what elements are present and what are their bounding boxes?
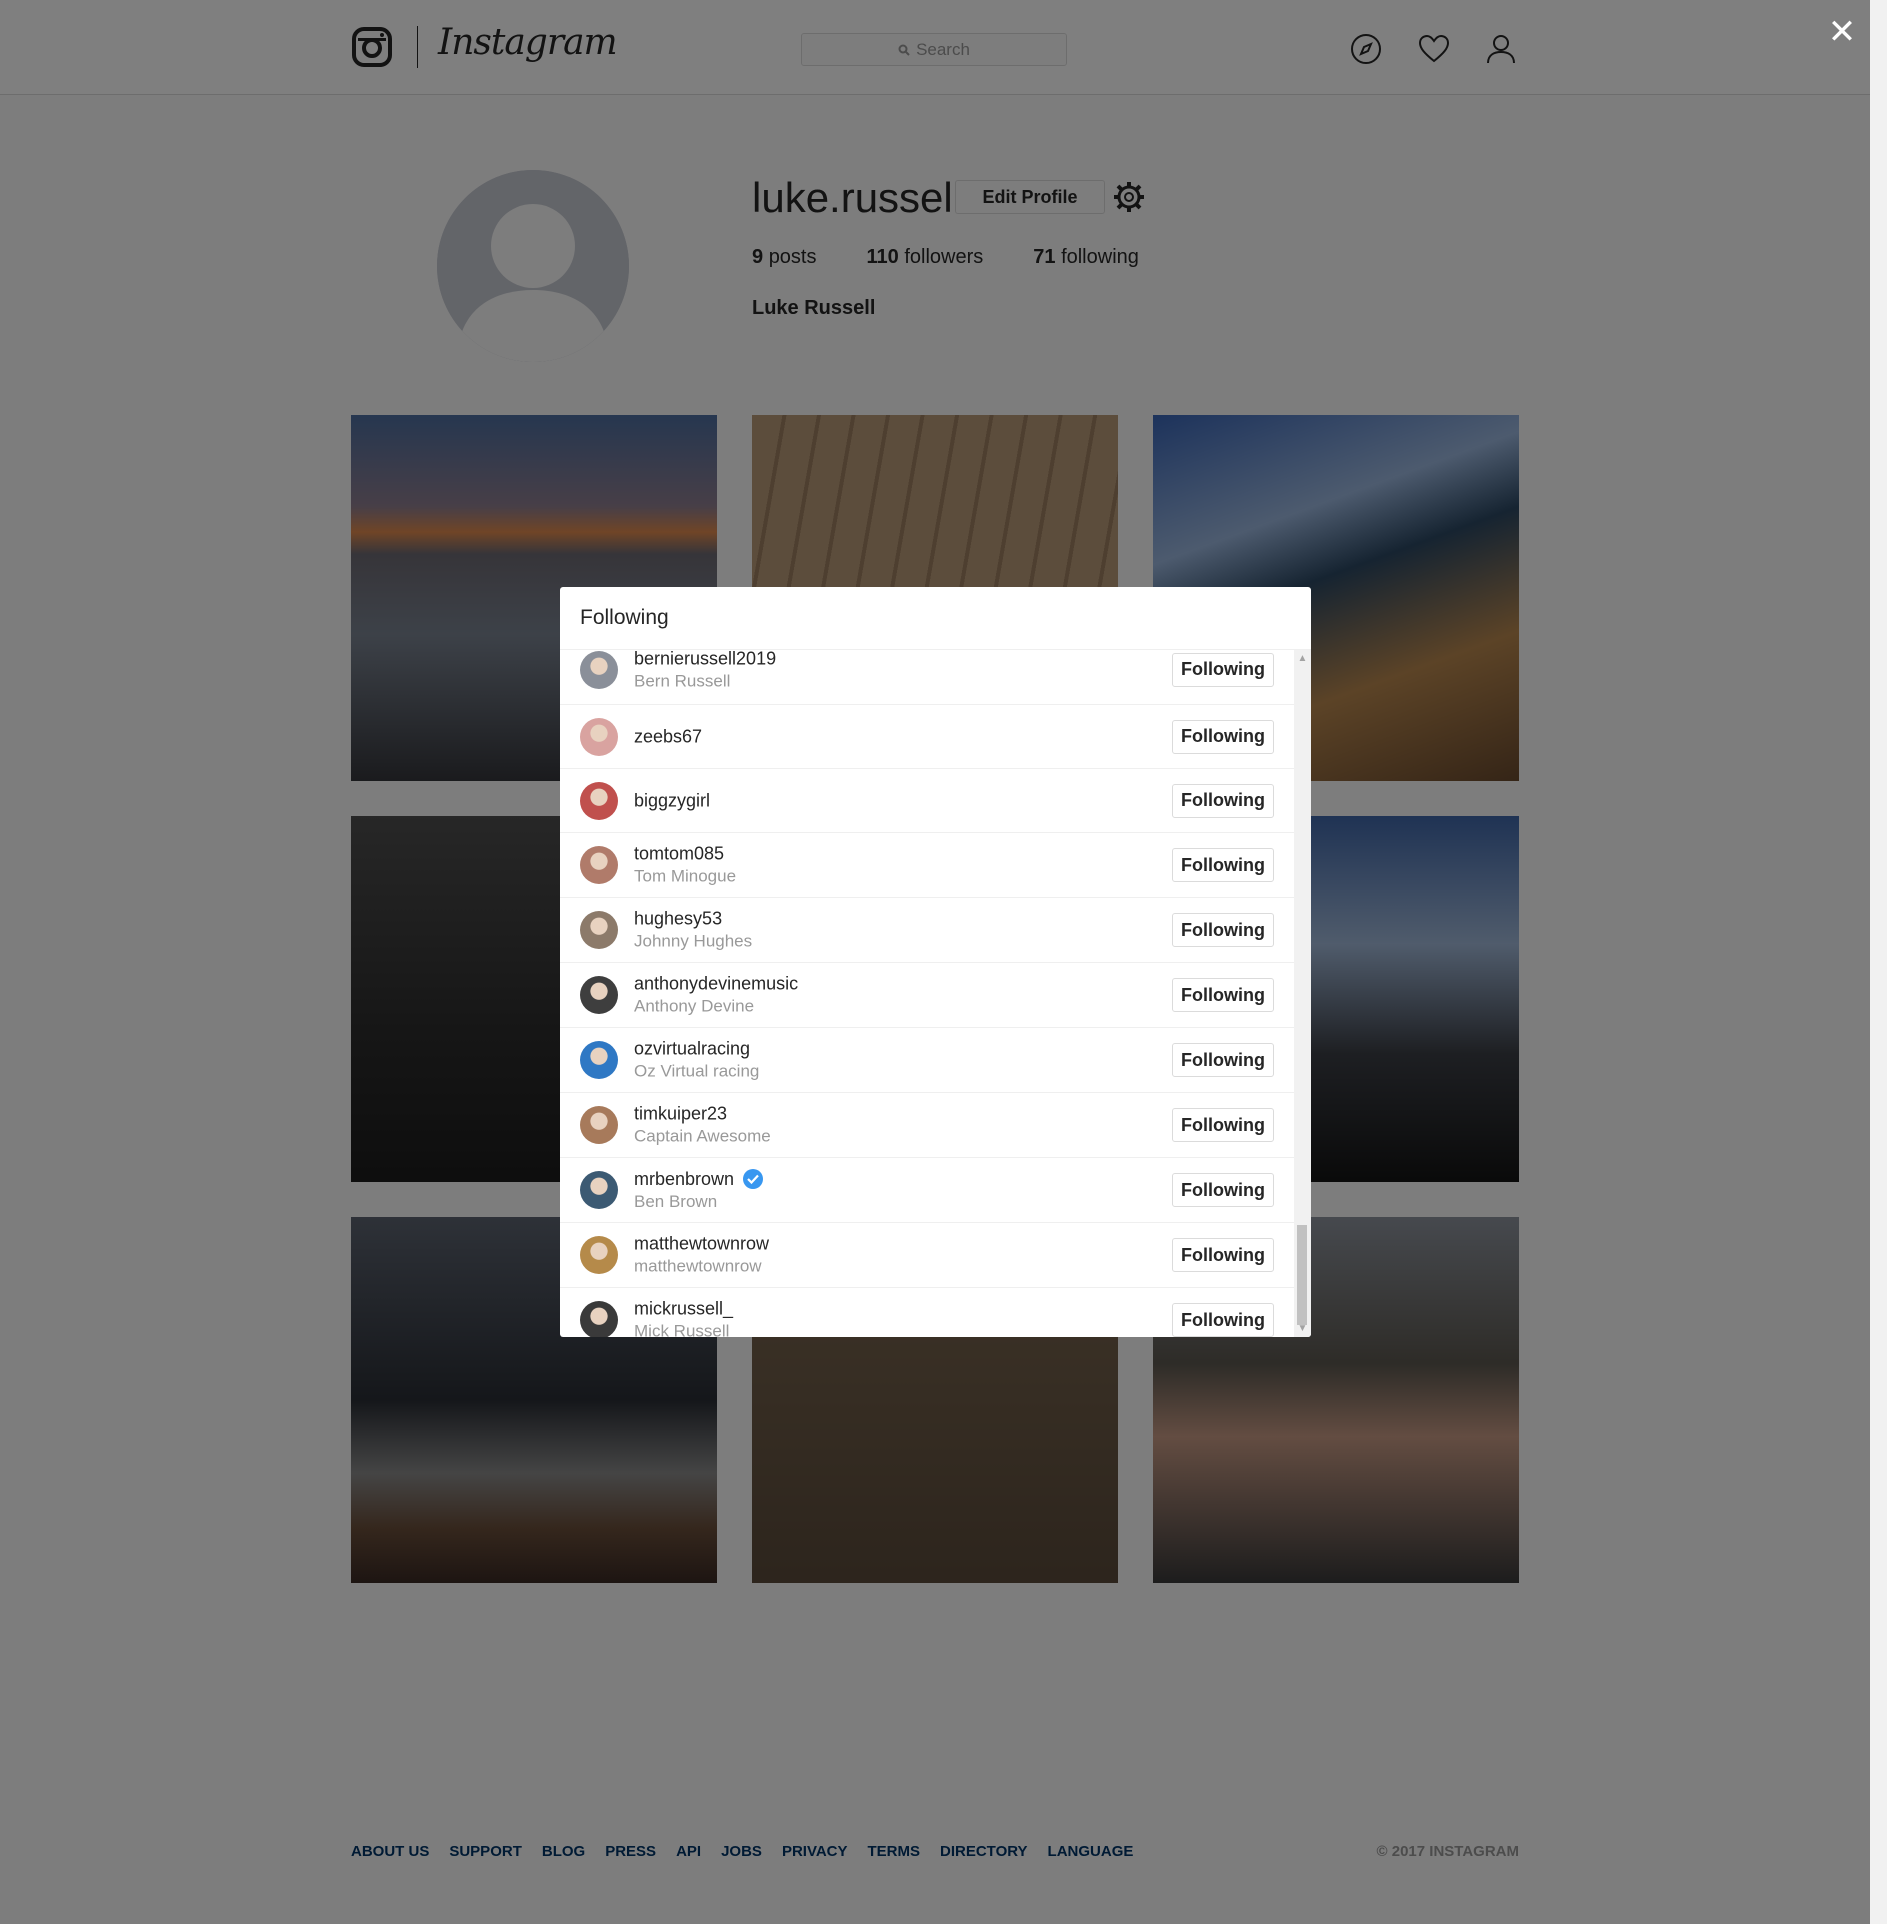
- user-text: matthewtownrow matthewtownrow: [634, 1234, 769, 1277]
- user-text: zeebs67: [634, 726, 702, 747]
- verified-badge-icon: [743, 1169, 764, 1189]
- following-button[interactable]: Following: [1172, 1108, 1274, 1142]
- user-handle[interactable]: hughesy53: [634, 909, 752, 930]
- user-avatar[interactable]: [580, 911, 618, 949]
- user-handle[interactable]: matthewtownrow: [634, 1234, 769, 1255]
- user-handle[interactable]: ozvirtualracing: [634, 1039, 759, 1060]
- user-handle[interactable]: zeebs67: [634, 726, 702, 747]
- user-text: mrbenbrown Ben Brown: [634, 1168, 764, 1212]
- user-text: bernierussell2019 Bern Russell: [634, 650, 776, 691]
- user-handle-text[interactable]: matthewtownrow: [634, 1234, 769, 1255]
- user-handle-text[interactable]: anthonydevinemusic: [634, 974, 798, 995]
- user-handle-text[interactable]: zeebs67: [634, 726, 702, 747]
- user-full-name: Bern Russell: [634, 671, 731, 690]
- user-avatar[interactable]: [580, 717, 618, 756]
- user-full-name: matthewtownrow: [634, 1256, 762, 1276]
- user-avatar[interactable]: [580, 1301, 618, 1337]
- following-row[interactable]: tomtom085 Tom Minogue Following: [560, 833, 1294, 898]
- following-button[interactable]: Following: [1172, 978, 1274, 1012]
- user-full-name: Oz Virtual racing: [634, 1061, 760, 1081]
- user-handle[interactable]: bernierussell2019: [634, 650, 776, 669]
- following-modal: Following bernierussell2019 Bern Russell F…: [560, 587, 1311, 1337]
- following-button[interactable]: Following: [1172, 719, 1274, 754]
- user-full-name: Johnny Hughes: [634, 931, 753, 951]
- user-text: hughesy53 Johnny Hughes: [634, 909, 752, 952]
- following-row[interactable]: mrbenbrown Ben Brown Following: [560, 1158, 1294, 1223]
- user-avatar[interactable]: [580, 1041, 618, 1079]
- user-full-name: Captain Awesome: [634, 1126, 771, 1146]
- following-row[interactable]: mickrussell_ Mick Russell Following: [560, 1288, 1294, 1337]
- user-handle-text[interactable]: timkuiper23: [634, 1104, 727, 1125]
- user-text: ozvirtualracing Oz Virtual racing: [634, 1039, 759, 1082]
- user-handle-text[interactable]: hughesy53: [634, 909, 722, 930]
- following-list[interactable]: bernierussell2019 Bern Russell Following ze…: [560, 650, 1294, 1337]
- following-row[interactable]: ozvirtualracing Oz Virtual racing Followin…: [560, 1028, 1294, 1093]
- following-row[interactable]: timkuiper23 Captain Awesome Following: [560, 1093, 1294, 1158]
- user-full-name: Mick Russell: [634, 1321, 730, 1338]
- following-button[interactable]: Following: [1172, 652, 1274, 687]
- user-text: tomtom085 Tom Minogue: [634, 844, 736, 887]
- user-handle-text[interactable]: ozvirtualracing: [634, 1039, 750, 1060]
- following-row[interactable]: anthonydevinemusic Anthony Devine Followin…: [560, 963, 1294, 1028]
- following-row[interactable]: hughesy53 Johnny Hughes Following: [560, 898, 1294, 963]
- user-text: anthonydevinemusic Anthony Devine: [634, 974, 798, 1017]
- user-handle[interactable]: anthonydevinemusic: [634, 974, 798, 995]
- user-avatar[interactable]: [580, 846, 618, 884]
- user-full-name: Ben Brown: [634, 1192, 718, 1211]
- following-button[interactable]: Following: [1172, 1303, 1274, 1337]
- user-handle-text[interactable]: tomtom085: [634, 844, 724, 865]
- following-row[interactable]: biggzygirl Following: [560, 769, 1294, 833]
- modal-scrollbar-thumb[interactable]: [1297, 1225, 1307, 1325]
- following-row[interactable]: bernierussell2019 Bern Russell Following: [560, 650, 1294, 705]
- user-avatar[interactable]: [580, 1106, 618, 1144]
- user-handle-text[interactable]: biggzygirl: [634, 790, 710, 811]
- user-full-name: Anthony Devine: [634, 996, 755, 1016]
- user-avatar[interactable]: [580, 1236, 618, 1274]
- user-avatar[interactable]: [580, 976, 618, 1014]
- user-handle-text[interactable]: bernierussell2019: [634, 650, 776, 669]
- user-full-name: Tom Minogue: [634, 866, 737, 886]
- user-handle[interactable]: biggzygirl: [634, 790, 710, 811]
- user-handle[interactable]: mickrussell_: [634, 1299, 733, 1320]
- following-button[interactable]: Following: [1172, 848, 1274, 882]
- user-handle-text[interactable]: mickrussell_: [634, 1299, 733, 1320]
- user-avatar[interactable]: [580, 650, 618, 689]
- user-text: biggzygirl: [634, 790, 710, 811]
- user-avatar[interactable]: [580, 781, 618, 820]
- following-button[interactable]: Following: [1172, 1043, 1274, 1077]
- close-icon[interactable]: ✕: [1822, 12, 1862, 52]
- page-scrollbar[interactable]: [1870, 0, 1887, 1924]
- modal-title: Following: [560, 587, 1311, 650]
- following-button[interactable]: Following: [1172, 783, 1274, 818]
- user-handle-text[interactable]: mrbenbrown: [634, 1169, 734, 1190]
- following-button[interactable]: Following: [1172, 1238, 1274, 1272]
- user-text: timkuiper23 Captain Awesome: [634, 1104, 771, 1147]
- user-handle[interactable]: mrbenbrown: [634, 1168, 764, 1190]
- scroll-up-arrow-icon[interactable]: ▲: [1294, 650, 1311, 667]
- user-text: mickrussell_ Mick Russell: [634, 1299, 733, 1338]
- following-button[interactable]: Following: [1172, 913, 1274, 947]
- user-handle[interactable]: tomtom085: [634, 844, 736, 865]
- user-handle[interactable]: timkuiper23: [634, 1104, 771, 1125]
- user-avatar[interactable]: [580, 1171, 618, 1209]
- following-row[interactable]: zeebs67 Following: [560, 705, 1294, 769]
- following-button[interactable]: Following: [1172, 1173, 1274, 1207]
- following-row[interactable]: matthewtownrow matthewtownrow Following: [560, 1223, 1294, 1288]
